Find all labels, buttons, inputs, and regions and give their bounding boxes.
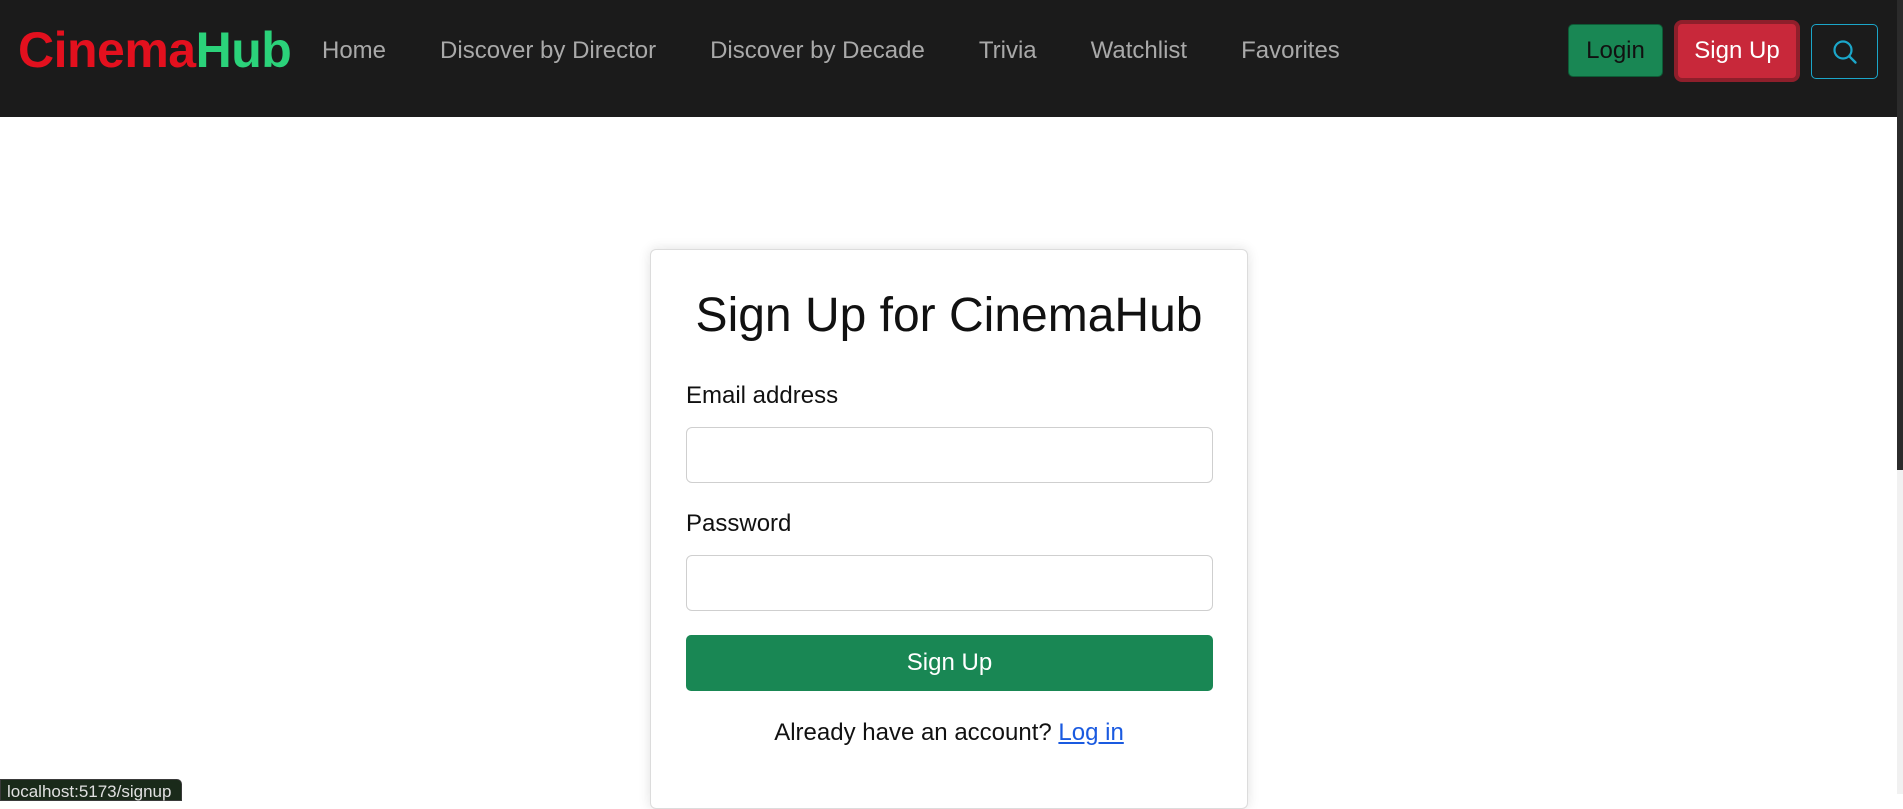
- page-title: Sign Up for CinemaHub: [695, 289, 1203, 342]
- email-label: Email address: [686, 382, 839, 409]
- signup-nav-button[interactable]: Sign Up: [1674, 20, 1800, 82]
- nav-link-discover-by-decade[interactable]: Discover by Decade: [710, 36, 925, 66]
- brand-part-cinema: Cinema: [18, 22, 196, 78]
- login-prompt-text: Already have an account?: [774, 719, 1052, 746]
- login-button[interactable]: Login: [1568, 24, 1663, 77]
- nav-link-discover-by-director[interactable]: Discover by Director: [440, 36, 656, 66]
- scrollbar-thumb[interactable]: [1897, 0, 1903, 470]
- search-icon: [1832, 39, 1857, 64]
- nav-link-trivia[interactable]: Trivia: [979, 36, 1037, 66]
- nav-link-home[interactable]: Home: [322, 36, 386, 66]
- password-label: Password: [686, 510, 792, 537]
- page-scrollbar[interactable]: [1897, 0, 1903, 794]
- nav-link-watchlist[interactable]: Watchlist: [1091, 36, 1187, 66]
- password-field[interactable]: [686, 555, 1213, 611]
- email-field[interactable]: [686, 427, 1213, 483]
- login-prompt: Already have an account? Log in: [651, 718, 1247, 748]
- signup-submit-button[interactable]: Sign Up: [686, 635, 1213, 691]
- login-link[interactable]: Log in: [1058, 719, 1123, 746]
- nav-link-favorites[interactable]: Favorites: [1241, 36, 1340, 66]
- status-bar-url: localhost:5173/signup: [0, 779, 183, 801]
- navbar: CinemaHub Home Discover by Director Disc…: [0, 0, 1897, 117]
- brand-part-hub: Hub: [195, 22, 292, 78]
- signup-card: Sign Up for CinemaHub Email address Pass…: [650, 249, 1248, 809]
- nav-links: Home Discover by Director Discover by De…: [322, 36, 1394, 66]
- search-button[interactable]: [1811, 24, 1878, 79]
- brand-logo[interactable]: CinemaHub: [18, 22, 292, 78]
